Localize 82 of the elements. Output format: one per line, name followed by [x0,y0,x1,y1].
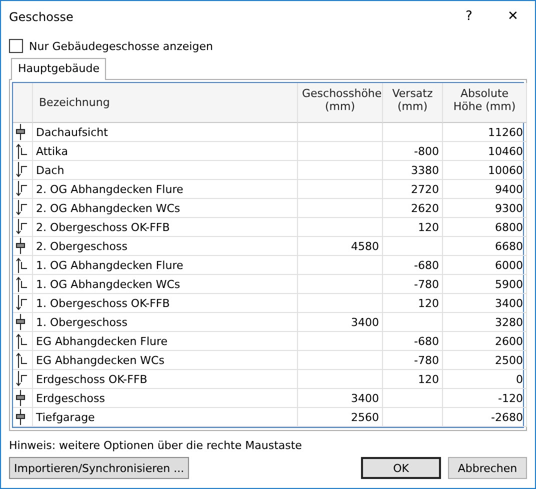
table-cell: 2. OG Abhangdecken Flure [33,180,298,199]
table-cell: 120 [383,370,443,389]
table-cell: -780 [383,351,443,370]
table-cell: 2. OG Abhangdecken WCs [33,199,298,218]
table-cell [383,123,443,142]
table-cell: 2500 [443,351,527,370]
table-cell: 6800 [443,218,527,237]
table-cell: 2600 [443,332,527,351]
cancel-button[interactable]: Abbrechen [448,457,527,479]
table-cell: 120 [383,294,443,313]
table-cell: 2620 [383,199,443,218]
step-down-icon [16,371,28,387]
table-cell: -780 [383,275,443,294]
column-header: Absolute Höhe (mm) [443,83,527,123]
table-cell: 2. Obergeschoss [33,237,298,256]
step-up-icon [16,257,28,273]
table-cell: 120 [383,218,443,237]
table-cell: 1. OG Abhangdecken WCs [33,275,298,294]
table-cell: 3400 [443,294,527,313]
table-cell: 6680 [443,237,527,256]
step-down-icon [16,162,28,178]
step-down-icon [16,295,28,311]
level-marker-icon [16,409,25,425]
column-header: Geschosshöhe (mm) [298,83,383,123]
table-cell: 2560 [298,408,383,427]
table-cell: 1. Obergeschoss [33,313,298,332]
table-cell: -120 [443,389,527,408]
close-button[interactable]: ✕ [491,1,535,32]
checkbox-label[interactable]: Nur Gebäudegeschosse anzeigen [29,40,213,52]
table-cell: 3280 [443,313,527,332]
table-cell: Dach [33,161,298,180]
step-down-icon [16,219,28,235]
table-cell: Dachaufsicht [33,123,298,142]
table-cell: 3400 [298,389,383,408]
table-cell: 6000 [443,256,527,275]
window-title: Geschosse [9,10,74,24]
step-up-icon [16,333,28,349]
table-cell: 9400 [443,180,527,199]
table-cell: -800 [383,142,443,161]
step-up-icon [16,143,28,159]
table-cell: Tiefgarage [33,408,298,427]
table-cell: 3400 [298,313,383,332]
hint-text: Hinweis: weitere Optionen über die rechte Maustaste [9,439,303,454]
table-cell: Attika [33,142,298,161]
ok-button[interactable]: OK [361,457,441,479]
table-cell: 10460 [443,142,527,161]
help-button[interactable]: ? [447,1,491,32]
table-cell: 2. Obergeschoss OK-FFB [33,218,298,237]
tab[interactable]: Hauptgebäude [11,58,106,80]
level-marker-icon [16,124,25,140]
table-cell: 9300 [443,199,527,218]
table-cell [383,389,443,408]
table-cell: -680 [383,332,443,351]
table-cell: 0 [443,370,527,389]
column-header: Versatz (mm) [383,83,443,123]
table-cell: EG Abhangdecken Flure [33,332,298,351]
import-button[interactable]: Importieren/Synchronisieren ... [9,457,190,479]
table-cell: 10060 [443,161,527,180]
table-cell: Erdgeschoss OK-FFB [33,370,298,389]
table-cell: 2720 [383,180,443,199]
level-marker-icon [16,238,25,254]
level-marker-icon [16,390,25,406]
table-cell: -680 [383,256,443,275]
step-down-icon [16,200,28,216]
table-cell: 1. OG Abhangdecken Flure [33,256,298,275]
table-cell: Erdgeschoss [33,389,298,408]
table-cell [383,237,443,256]
table-cell [383,408,443,427]
table-cell: -2680 [443,408,527,427]
table-cell: 11260 [443,123,527,142]
column-header: Bezeichnung [33,83,298,123]
step-down-icon [16,181,28,197]
table-cell: 5900 [443,275,527,294]
table-cell [383,313,443,332]
table-cell: 1. Obergeschoss OK-FFB [33,294,298,313]
table-cell: 3380 [383,161,443,180]
step-up-icon [16,276,28,292]
checkbox[interactable] [9,39,23,53]
table-cell: 4580 [298,237,383,256]
step-up-icon [16,352,28,368]
table-cell: EG Abhangdecken WCs [33,351,298,370]
level-marker-icon [16,314,25,330]
